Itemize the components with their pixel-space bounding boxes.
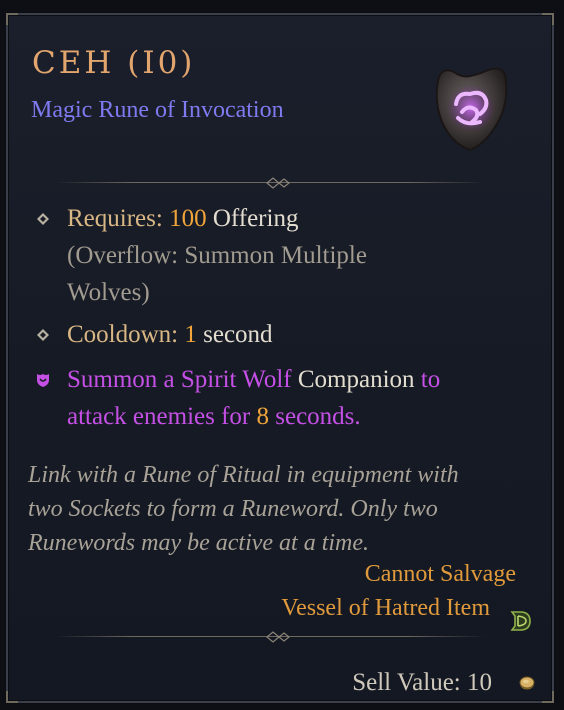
section-divider [55, 631, 485, 643]
frame-corner [6, 13, 18, 25]
frame-corner [542, 691, 554, 703]
frame-corner [542, 13, 554, 25]
shield-bullet-icon [37, 374, 49, 387]
requires-label: Requires: [67, 205, 163, 232]
sell-label: Sell Value: [352, 669, 461, 696]
item-name: CEH (I0) [32, 45, 196, 81]
requires-resource: Offering [212, 205, 299, 232]
cooldown-unit: second [203, 321, 273, 348]
sell-amount: 10 [467, 669, 492, 696]
section-divider [55, 177, 485, 189]
diamond-bullet-icon [37, 213, 49, 225]
requires-amount: 100 [169, 205, 207, 232]
sell-value: Sell Value: 10 [352, 669, 492, 697]
flavor-text: Link with a Rune of Ritual in equipment … [28, 458, 533, 560]
overflow-line-2: Wolves) [67, 279, 150, 306]
cooldown-amount: 1 [184, 321, 197, 348]
effect-text-2: to [414, 366, 441, 393]
vessel-of-hatred-icon [510, 611, 531, 631]
cooldown-label: Cooldown: [67, 321, 179, 348]
effect-text-3: attack enemies for [67, 403, 257, 430]
divider-ornament-icon [266, 631, 290, 643]
cannot-salvage-label: Cannot Salvage [364, 561, 516, 587]
frame-corner [6, 691, 18, 703]
item-type: Magic Rune of Invocation [31, 97, 284, 123]
diamond-bullet-icon [37, 329, 49, 341]
divider-ornament-icon [266, 177, 290, 189]
flavor-line-2: two Sockets to form a Runeword. Only two [28, 496, 438, 522]
expansion-label: Vessel of Hatred Item [281, 595, 490, 621]
effect-text-4: seconds. [269, 403, 361, 430]
effect-text-1: Summon a Spirit Wolf [67, 366, 298, 393]
overflow-line-1: (Overflow: Summon Multiple [67, 242, 367, 269]
flavor-line-3: Runewords may be active at a time. [28, 530, 370, 556]
rune-item-icon [435, 67, 508, 152]
flavor-line-1: Link with a Rune of Ritual in equipment … [28, 462, 459, 488]
effect-duration: 8 [256, 403, 270, 430]
gold-coin-icon [519, 676, 535, 690]
item-tooltip: CEH (I0) Magic Rune of Invocation Requir… [6, 13, 554, 703]
effect-keyword: Companion [297, 366, 415, 393]
